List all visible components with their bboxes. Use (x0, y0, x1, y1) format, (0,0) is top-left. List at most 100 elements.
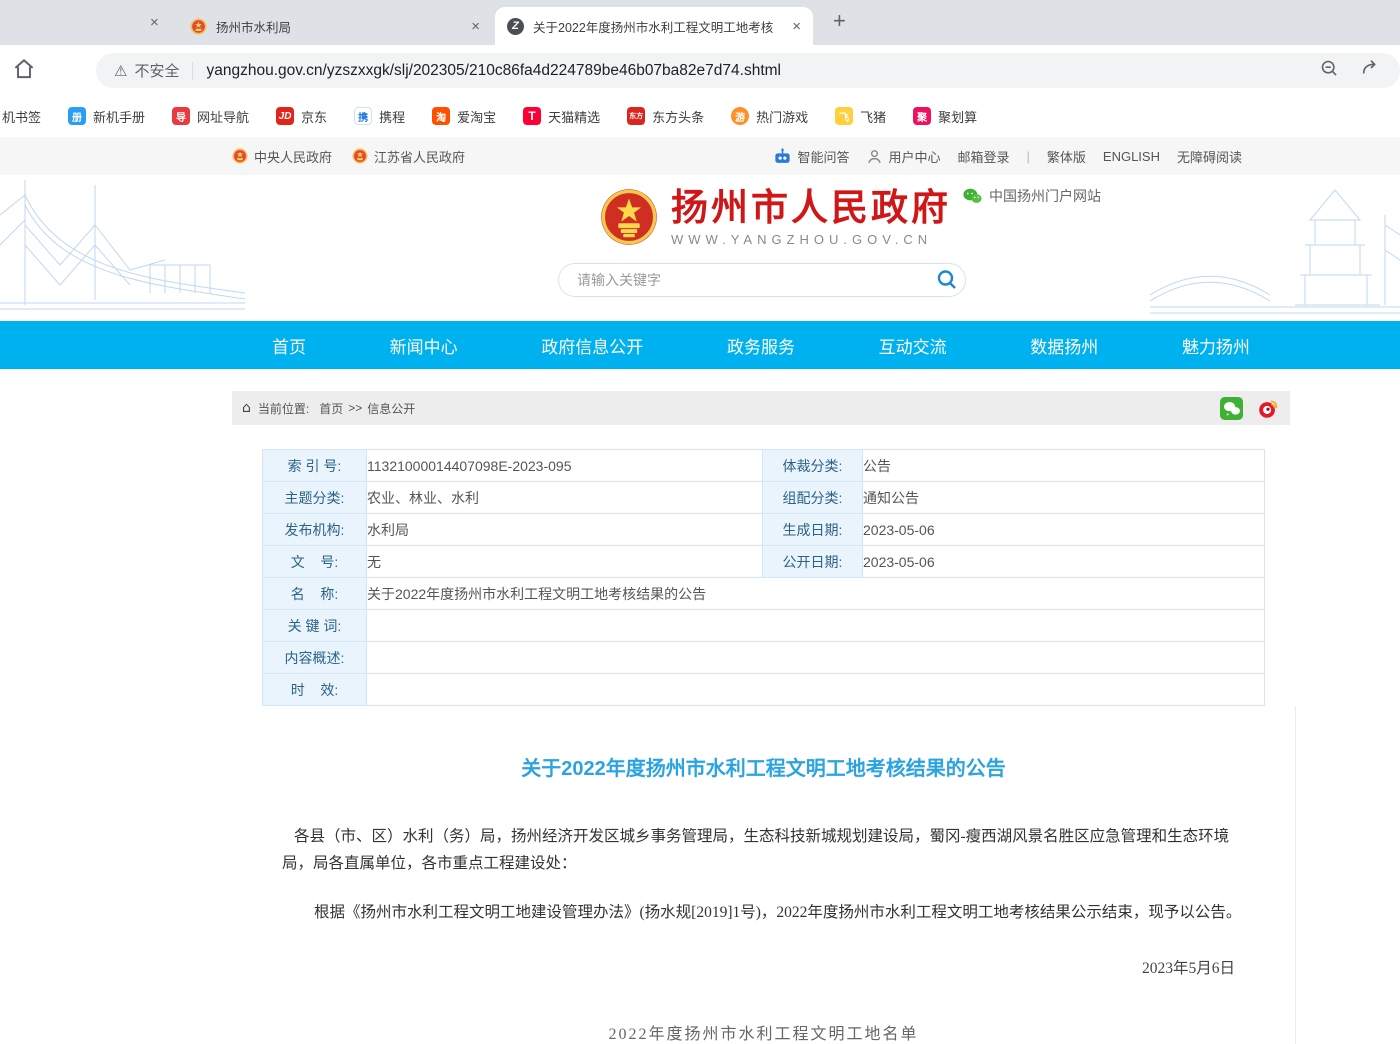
bookmark-aitaobao[interactable]: 淘爱淘宝 (432, 107, 496, 126)
bookmark-jd[interactable]: JD京东 (276, 107, 327, 126)
meta-label: 主题分类: (263, 482, 367, 514)
link-mail-login[interactable]: 邮箱登录 (957, 147, 1009, 166)
bookmark-ctrip[interactable]: 携携程 (354, 107, 405, 126)
bookmarks-bar: 机书签 册新机手册 导网址导航 JD京东 携携程 淘爱淘宝 T天猫精选 东方东方… (0, 95, 1400, 137)
meta-label: 文 号: (263, 546, 367, 578)
meta-value: 2023-05-06 (863, 546, 1265, 578)
breadcrumb-separator: >> (348, 401, 362, 415)
meta-label: 公开日期: (763, 546, 863, 578)
home-icon: ⌂ (242, 400, 251, 416)
link-jiangsu-government[interactable]: 江苏省人民政府 (352, 147, 465, 166)
table-row: 关 键 词: (263, 610, 1265, 642)
meta-label: 生成日期: (763, 514, 863, 546)
eastday-icon: 东方 (627, 107, 645, 125)
nav-news-center[interactable]: 新闻中心 (390, 333, 458, 358)
fliggy-icon: 飞 (835, 107, 853, 125)
meta-value (367, 642, 1265, 674)
url-text[interactable]: yangzhou.gov.cn/yzszxxgk/slj/202305/210c… (206, 62, 1299, 80)
tab-active-announcement[interactable]: Z 关于2022年度扬州市水利工程文明工地考核 × (495, 7, 813, 45)
divider (192, 62, 193, 80)
close-icon[interactable]: × (792, 19, 801, 34)
bookmark-hot-games[interactable]: 游热门游戏 (731, 107, 808, 126)
nav-gov-info-disclosure[interactable]: 政府信息公开 (541, 333, 643, 358)
meta-value: 水利局 (367, 514, 763, 546)
home-button[interactable] (11, 56, 37, 87)
bookmark-eastday[interactable]: 东方东方头条 (627, 107, 704, 126)
link-traditional-chinese[interactable]: 繁体版 (1047, 147, 1086, 166)
nav-charming-yangzhou[interactable]: 魅力扬州 (1182, 333, 1250, 358)
ctrip-icon: 携 (354, 107, 372, 125)
meta-value: 无 (367, 546, 763, 578)
bookmark-new-phone-manual[interactable]: 册新机手册 (68, 107, 145, 126)
site-logo[interactable]: 扬州市人民政府 WWW.YANGZHOU.GOV.CN (600, 188, 951, 247)
table-row: 名 称: 关于2022年度扬州市水利工程文明工地考核结果的公告 (263, 578, 1265, 610)
document-meta-table: 索 引 号: 11321000014407098E-2023-095 体裁分类:… (262, 449, 1265, 706)
breadcrumb-current[interactable]: 信息公开 (367, 400, 415, 417)
site-url: WWW.YANGZHOU.GOV.CN (671, 232, 951, 247)
link-ai-qa[interactable]: 智能问答 (773, 147, 849, 166)
breadcrumb-prefix: 当前位置: (258, 400, 309, 417)
wechat-share-button[interactable] (1220, 397, 1243, 420)
tmall-icon: T (523, 107, 541, 125)
browser-toolbar: ⚠ 不安全 yangzhou.gov.cn/yzszxxgk/slj/20230… (0, 45, 1400, 95)
link-user-center[interactable]: 用户中心 (866, 147, 940, 166)
link-central-government[interactable]: 中央人民政府 (232, 147, 332, 166)
zoom-out-icon[interactable] (1319, 58, 1340, 84)
bookmark-juhuasuan[interactable]: 聚聚划算 (913, 107, 977, 126)
tab-title: 扬州市水利局 (216, 17, 471, 36)
share-icon[interactable] (1360, 57, 1382, 84)
games-icon: 游 (731, 107, 749, 125)
tab-yangzhou-water-bureau[interactable]: 扬州市水利局 × (180, 7, 490, 45)
meta-value (367, 610, 1265, 642)
close-icon[interactable]: × (471, 19, 480, 34)
link-accessibility[interactable]: 无障碍阅读 (1177, 147, 1242, 166)
navigation-icon: 导 (172, 107, 190, 125)
robot-icon (773, 147, 792, 166)
close-icon[interactable]: × (150, 15, 159, 30)
gov-topbar: 中央人民政府 江苏省人民政府 智能问答 用户中心 邮箱登录 | 繁体版 ENGL… (0, 137, 1400, 175)
search-bar (558, 263, 966, 297)
address-bar[interactable]: ⚠ 不安全 yangzhou.gov.cn/yzszxxgk/slj/20230… (96, 53, 1400, 88)
divider: | (1027, 149, 1030, 164)
jd-icon: JD (276, 107, 294, 125)
meta-label: 发布机构: (263, 514, 367, 546)
table-row: 索 引 号: 11321000014407098E-2023-095 体裁分类:… (263, 450, 1265, 482)
portal-link[interactable]: 中国扬州门户网站 (963, 186, 1101, 206)
user-icon (866, 148, 883, 165)
tab-title: 关于2022年度扬州市水利工程文明工地考核 (533, 17, 792, 36)
gov-emblem-icon (190, 18, 207, 35)
site-banner: 扬州市人民政府 WWW.YANGZHOU.GOV.CN 中国扬州门户网站 (0, 175, 1400, 321)
weibo-share-button[interactable] (1257, 397, 1280, 420)
new-tab-button[interactable]: + (833, 8, 846, 34)
wechat-icon (963, 188, 982, 204)
article-paragraph: 各县（市、区）水利（务）局，扬州经济开发区城乡事务管理局，生态科技新城规划建设局… (282, 823, 1245, 877)
manual-icon: 册 (68, 107, 86, 125)
meta-label: 体裁分类: (763, 450, 863, 482)
search-icon (935, 268, 959, 292)
article-title: 关于2022年度扬州市水利工程文明工地考核结果的公告 (232, 706, 1295, 781)
juhuasuan-icon: 聚 (913, 107, 931, 125)
meta-value: 公告 (863, 450, 1265, 482)
nav-home[interactable]: 首页 (272, 333, 306, 358)
search-input[interactable] (575, 271, 935, 289)
breadcrumb-home-link[interactable]: 首页 (319, 400, 343, 417)
table-row: 发布机构: 水利局 生成日期: 2023-05-06 (263, 514, 1265, 546)
bookmark-fliggy[interactable]: 飞飞猪 (835, 107, 886, 126)
meta-label: 组配分类: (763, 482, 863, 514)
link-english[interactable]: ENGLISH (1103, 149, 1160, 164)
bridge-sketch-decoration (0, 175, 245, 321)
meta-value: 农业、林业、水利 (367, 482, 763, 514)
nav-gov-services[interactable]: 政务服务 (727, 333, 795, 358)
site-list-title: 2022年度扬州市水利工程文明工地名单 (232, 1020, 1295, 1044)
table-row: 文 号: 无 公开日期: 2023-05-06 (263, 546, 1265, 578)
bookmark-phone-bookmarks[interactable]: 机书签 (2, 107, 41, 126)
nav-data-yangzhou[interactable]: 数据扬州 (1030, 333, 1098, 358)
table-row: 内容概述: (263, 642, 1265, 674)
search-button[interactable] (935, 268, 959, 292)
bookmark-tmall[interactable]: T天猫精选 (523, 107, 600, 126)
nav-interaction[interactable]: 互动交流 (879, 333, 947, 358)
weibo-icon (1257, 397, 1280, 420)
bookmark-url-navigation[interactable]: 导网址导航 (172, 107, 249, 126)
browser-logo-icon: Z (507, 18, 524, 35)
national-emblem-icon (600, 188, 658, 246)
